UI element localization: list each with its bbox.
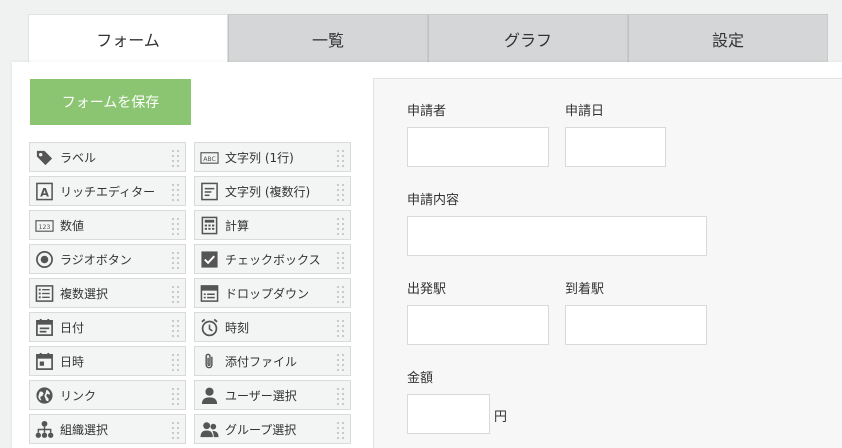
- palette-item-text: 計算: [225, 218, 250, 233]
- drag-handle-icon[interactable]: [336, 318, 346, 338]
- palette-item-text: 日付: [60, 320, 85, 335]
- drag-handle-icon[interactable]: [336, 386, 346, 406]
- tab-list[interactable]: 一覧: [228, 14, 428, 62]
- palette-item-text: ドロップダウン: [225, 286, 310, 301]
- palette-item-text: ユーザー選択: [225, 388, 297, 403]
- multiline-text-icon: [200, 182, 219, 201]
- svg-text:A: A: [40, 185, 49, 199]
- dropdown-icon: [200, 284, 219, 303]
- palette-item-text: 組織選択: [60, 422, 109, 437]
- drag-handle-icon[interactable]: [171, 420, 181, 440]
- attachment-icon: [200, 352, 219, 371]
- applicant-field[interactable]: [407, 127, 549, 167]
- drag-handle-icon[interactable]: [336, 420, 346, 440]
- palette-item-text: リッチエディター: [60, 184, 156, 199]
- radio-icon: [35, 250, 54, 269]
- amount-label: 金額: [407, 371, 434, 386]
- globe-icon: [35, 386, 54, 405]
- drag-handle-icon[interactable]: [336, 148, 346, 168]
- user-icon: [200, 386, 219, 405]
- drag-handle-icon[interactable]: [171, 352, 181, 372]
- arrival-label: 到着駅: [565, 282, 605, 297]
- palette-item-calc[interactable]: 計算: [194, 210, 351, 240]
- palette-item-attachment[interactable]: 添付ファイル: [194, 346, 351, 376]
- rich-text-icon: A: [35, 182, 54, 201]
- palette-item-text: 複数選択: [60, 286, 109, 301]
- clock-icon: [200, 318, 219, 337]
- tab-settings[interactable]: 設定: [628, 14, 828, 62]
- palette-item-date[interactable]: 日付: [29, 312, 186, 342]
- palette-item-text: 文字列 (1行): [225, 150, 294, 165]
- palette-item-text: 文字列 (複数行): [225, 184, 311, 199]
- drag-handle-icon[interactable]: [171, 182, 181, 202]
- drag-handle-icon[interactable]: [171, 216, 181, 236]
- palette-item-single-line-text[interactable]: ABC 文字列 (1行): [194, 142, 351, 172]
- departure-field[interactable]: [407, 305, 549, 345]
- drag-handle-icon[interactable]: [336, 250, 346, 270]
- palette-item-text: 数値: [60, 218, 85, 233]
- org-icon: [35, 420, 54, 439]
- apply-date-label: 申請日: [565, 104, 605, 119]
- palette-item-link[interactable]: リンク: [29, 380, 186, 410]
- save-form-button[interactable]: フォームを保存: [30, 79, 191, 125]
- drag-handle-icon[interactable]: [336, 216, 346, 236]
- applicant-label: 申請者: [407, 104, 447, 119]
- palette-item-text: チェックボックス: [225, 252, 321, 267]
- palette-item-text: 時刻: [225, 320, 250, 335]
- drag-handle-icon[interactable]: [336, 182, 346, 202]
- datetime-icon: [35, 352, 54, 371]
- palette-item-text: 日時: [60, 354, 85, 369]
- palette-item-multi-line-text[interactable]: 文字列 (複数行): [194, 176, 351, 206]
- svg-text:ABC: ABC: [203, 155, 216, 162]
- drag-handle-icon[interactable]: [171, 386, 181, 406]
- palette-item-number[interactable]: 123 数値: [29, 210, 186, 240]
- amount-unit: 円: [494, 410, 508, 425]
- arrival-field[interactable]: [565, 305, 707, 345]
- amount-field[interactable]: [407, 394, 490, 434]
- abc-icon: ABC: [200, 148, 219, 167]
- drag-handle-icon[interactable]: [171, 318, 181, 338]
- palette-item-time[interactable]: 時刻: [194, 312, 351, 342]
- palette-item-datetime[interactable]: 日時: [29, 346, 186, 376]
- drag-handle-icon[interactable]: [171, 250, 181, 270]
- date-icon: [35, 318, 54, 337]
- palette-item-dropdown[interactable]: ドロップダウン: [194, 278, 351, 308]
- palette-item-user-select[interactable]: ユーザー選択: [194, 380, 351, 410]
- palette-item-text: ラジオボタン: [60, 252, 132, 267]
- palette-item-radio[interactable]: ラジオボタン: [29, 244, 186, 274]
- content-label: 申請内容: [407, 193, 460, 208]
- palette-item-text: 添付ファイル: [225, 354, 298, 369]
- multi-select-icon: [35, 284, 54, 303]
- drag-handle-icon[interactable]: [336, 284, 346, 304]
- departure-label: 出発駅: [407, 282, 447, 297]
- drag-handle-icon[interactable]: [336, 352, 346, 372]
- tab-form[interactable]: フォーム: [28, 14, 228, 62]
- palette-item-group-select[interactable]: グループ選択: [194, 414, 351, 444]
- palette-item-multi-select[interactable]: 複数選択: [29, 278, 186, 308]
- palette-item-rich-editor[interactable]: A リッチエディター: [29, 176, 186, 206]
- group-icon: [200, 420, 219, 439]
- svg-text:123: 123: [39, 223, 51, 230]
- palette-item-text: ラベル: [60, 150, 97, 165]
- palette-item-text: リンク: [60, 388, 97, 403]
- number-icon: 123: [35, 216, 54, 235]
- palette-item-checkbox[interactable]: チェックボックス: [194, 244, 351, 274]
- apply-date-field[interactable]: [565, 127, 666, 167]
- field-palette: ラベル ABC 文字列 (1行) A リッチエディター 文字列 (複数行) 12…: [29, 142, 351, 444]
- tab-bar: フォーム 一覧 グラフ 設定: [28, 14, 828, 62]
- drag-handle-icon[interactable]: [171, 148, 181, 168]
- content-field[interactable]: [407, 216, 707, 256]
- palette-item-org-select[interactable]: 組織選択: [29, 414, 186, 444]
- palette-item-label[interactable]: ラベル: [29, 142, 186, 172]
- palette-item-text: グループ選択: [225, 422, 297, 437]
- drag-handle-icon[interactable]: [171, 284, 181, 304]
- checkbox-icon: [200, 250, 219, 269]
- tab-graph[interactable]: グラフ: [428, 14, 628, 62]
- calculator-icon: [200, 216, 219, 235]
- tag-icon: [35, 148, 54, 167]
